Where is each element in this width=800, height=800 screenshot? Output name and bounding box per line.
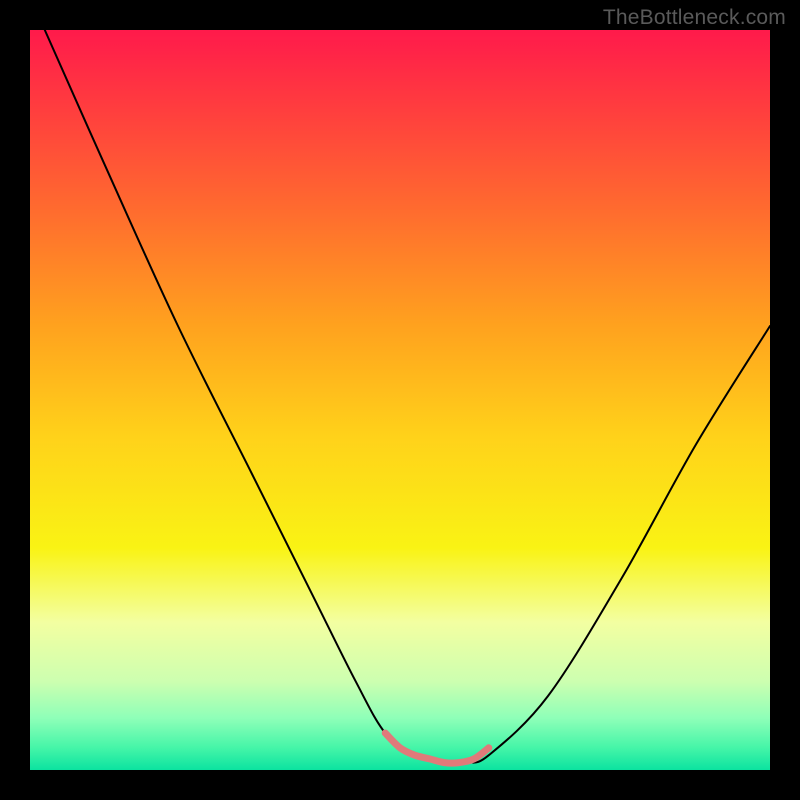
watermark-text: TheBottleneck.com: [603, 6, 786, 30]
bottleneck-chart: TheBottleneck.com: [0, 0, 800, 800]
plot-gradient-background: [30, 30, 770, 770]
